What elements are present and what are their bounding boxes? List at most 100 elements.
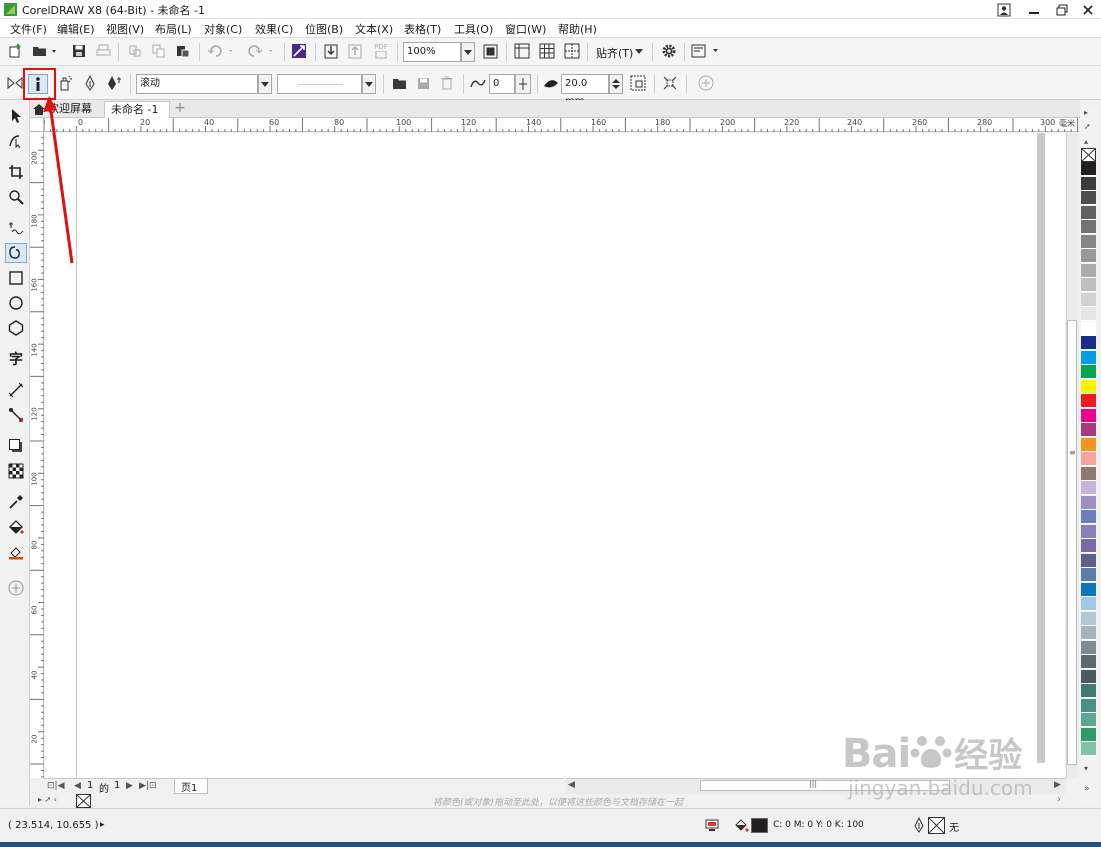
color-swatch[interactable] [1081, 292, 1096, 307]
scroll-right-icon[interactable]: ▶ [1054, 780, 1061, 790]
stroke-width-icon[interactable] [542, 74, 560, 92]
browse-folder-icon[interactable] [389, 74, 409, 92]
color-swatch[interactable] [1081, 423, 1096, 437]
docpal-scroll-icon[interactable]: › [1057, 794, 1061, 805]
page-tab[interactable]: 页1 [174, 779, 208, 794]
stroke-category-select[interactable]: 滚动 [136, 74, 258, 94]
horizontal-ruler[interactable]: 20 0 20 40 60 80 100 120 140 160 180 200… [35, 118, 1079, 132]
palette-menu-icon[interactable]: ▸ [1084, 108, 1088, 117]
delete-stroke-icon[interactable] [437, 74, 457, 92]
full-screen-preview-icon[interactable] [481, 42, 499, 60]
status-arrow-icon[interactable]: ▸ [100, 820, 105, 830]
color-swatch[interactable] [1081, 524, 1096, 539]
smoothing-input[interactable]: 0 [489, 74, 515, 94]
prev-page-icon[interactable]: ◀ [74, 781, 81, 791]
stroke-width-input[interactable]: 20.0 mm [561, 74, 609, 107]
color-swatch[interactable] [1081, 278, 1096, 292]
no-fill-swatch-icon[interactable] [1081, 148, 1096, 162]
first-page-icon[interactable]: ⊡|◀ [47, 781, 65, 791]
color-swatch[interactable] [1081, 408, 1096, 423]
close-button[interactable] [1074, 0, 1101, 19]
color-swatch[interactable] [1081, 698, 1096, 713]
color-swatch[interactable] [1081, 582, 1096, 597]
paste-icon[interactable] [174, 42, 192, 60]
drop-shadow-tool-icon[interactable] [5, 436, 27, 456]
color-swatch[interactable] [1081, 510, 1096, 524]
color-swatch[interactable] [1081, 176, 1096, 191]
brush-stroke-dropdown-icon[interactable] [362, 74, 376, 94]
next-page-icon[interactable]: ▶ [126, 781, 133, 791]
color-eyedropper-tool-icon[interactable] [5, 492, 27, 512]
import-icon[interactable] [322, 42, 340, 60]
color-swatch[interactable] [1081, 191, 1096, 205]
palette-scroll-down-icon[interactable]: ▾ [1084, 764, 1088, 773]
scale-with-object-icon[interactable] [628, 74, 648, 92]
show-rulers-icon[interactable] [512, 42, 532, 60]
color-swatch[interactable] [1081, 220, 1096, 234]
no-color-swatch-icon[interactable] [76, 794, 91, 808]
menu-window[interactable]: 窗口(W) [505, 21, 546, 37]
brush-stroke-select[interactable] [277, 74, 362, 94]
add-tool-icon[interactable] [5, 578, 27, 598]
color-swatch[interactable] [1081, 234, 1096, 249]
vertical-scroll-thumb[interactable]: ≡ [1067, 320, 1077, 765]
color-swatch[interactable] [1081, 742, 1096, 756]
smart-fill-tool-icon[interactable] [5, 542, 27, 562]
menu-object[interactable]: 对象(C) [204, 21, 242, 37]
text-tool-icon[interactable]: 字 [5, 349, 27, 369]
color-proofing-icon[interactable] [705, 819, 719, 832]
show-guidelines-icon[interactable] [562, 42, 582, 60]
export-icon[interactable] [346, 42, 364, 60]
color-swatch[interactable] [1081, 539, 1096, 553]
application-launcher-icon[interactable] [690, 42, 724, 60]
smoothing-icon[interactable] [468, 74, 488, 92]
stroke-category-dropdown-icon[interactable] [258, 74, 272, 94]
polygon-tool-icon[interactable] [5, 318, 27, 338]
docpal-arrow-icon[interactable]: ▸ ➚ ‹ [38, 795, 57, 804]
transparency-tool-icon[interactable] [5, 461, 27, 481]
show-grid-icon[interactable] [537, 42, 557, 60]
cut-icon[interactable] [126, 42, 144, 60]
color-swatch[interactable] [1081, 495, 1096, 510]
color-swatch[interactable] [1081, 669, 1096, 684]
menu-view[interactable]: 视图(V) [106, 21, 144, 37]
ruler-origin[interactable] [30, 118, 44, 132]
color-swatch[interactable] [1081, 684, 1096, 698]
interactive-fill-tool-icon[interactable] [5, 517, 27, 537]
menu-tools[interactable]: 工具(O) [454, 21, 493, 37]
color-swatch[interactable] [1081, 481, 1096, 495]
snap-to-menu[interactable]: 贴齐(T) [596, 45, 633, 61]
outline-none-swatch-icon[interactable] [928, 817, 945, 834]
menu-table[interactable]: 表格(T) [404, 21, 441, 37]
menu-text[interactable]: 文本(X) [355, 21, 393, 37]
color-swatch[interactable] [1081, 466, 1096, 481]
copy-icon[interactable] [150, 42, 168, 60]
new-tab-button[interactable]: + [172, 101, 188, 118]
search-content-icon[interactable] [290, 42, 308, 60]
palette-expand-icon[interactable]: » [1084, 784, 1090, 794]
stroke-width-spinner-icon[interactable] [609, 74, 623, 94]
options-gear-icon[interactable] [659, 42, 679, 60]
color-swatch[interactable] [1081, 655, 1096, 669]
palette-scroll-up-icon[interactable]: ▴ [1084, 137, 1088, 146]
zoom-level-input[interactable]: 100% [403, 42, 461, 62]
color-swatch[interactable] [1081, 611, 1096, 626]
color-swatch[interactable] [1081, 727, 1096, 742]
quick-customize-icon[interactable] [696, 74, 716, 92]
color-swatch[interactable] [1081, 626, 1096, 640]
drawing-canvas[interactable] [45, 133, 1065, 778]
minimize-button[interactable] [1020, 0, 1048, 19]
last-page-icon[interactable]: ▶|⊡ [139, 781, 157, 791]
color-swatch[interactable] [1081, 568, 1096, 582]
color-swatch[interactable] [1081, 249, 1096, 263]
color-swatch[interactable] [1081, 263, 1096, 278]
color-swatch[interactable] [1081, 307, 1096, 321]
menu-help[interactable]: 帮助(H) [558, 21, 597, 37]
menu-bitmaps[interactable]: 位图(B) [305, 21, 343, 37]
color-swatch[interactable] [1081, 597, 1096, 611]
connector-tool-icon[interactable] [5, 405, 27, 425]
color-swatch[interactable] [1081, 452, 1096, 466]
tab-untitled-1[interactable]: 未命名 -1 [104, 101, 170, 118]
smoothing-slider-icon[interactable] [515, 74, 531, 94]
menu-layout[interactable]: 布局(L) [155, 21, 192, 37]
